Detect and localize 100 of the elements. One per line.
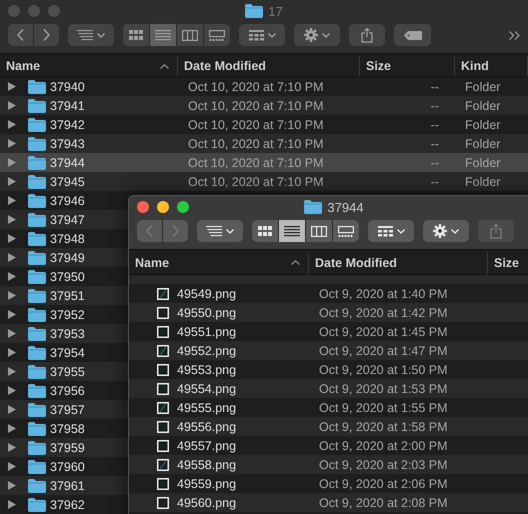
file-name: 37952 <box>50 308 85 322</box>
disclosure-triangle-icon[interactable] <box>8 101 16 110</box>
disclosure-triangle-icon[interactable] <box>8 82 16 91</box>
folder-icon <box>28 326 46 340</box>
share-icon <box>490 224 502 238</box>
file-row[interactable]: 37944 Oct 10, 2020 at 7:10 PM -- Folder <box>0 153 528 172</box>
file-name: 37942 <box>50 118 85 132</box>
disclosure-triangle-icon[interactable] <box>8 120 16 129</box>
disclosure-triangle-icon[interactable] <box>8 253 16 262</box>
tag-button[interactable] <box>394 24 431 46</box>
disclosure-triangle-icon[interactable] <box>8 386 16 395</box>
action-menu-button[interactable] <box>423 220 469 242</box>
folder-icon <box>304 200 322 214</box>
disclosure-triangle-icon[interactable] <box>8 234 16 243</box>
disclosure-triangle-icon[interactable] <box>8 329 16 338</box>
disclosure-triangle-icon[interactable] <box>8 367 16 376</box>
disclosure-triangle-icon[interactable] <box>8 272 16 281</box>
file-row[interactable]: 49558.png Oct 9, 2020 at 2:03 PM <box>129 455 528 474</box>
file-name: 49554.png <box>177 382 236 396</box>
folder-icon <box>28 270 46 284</box>
file-row[interactable]: 37947 <box>0 210 128 229</box>
group-menu-button[interactable] <box>239 24 285 46</box>
folder-icon <box>28 98 46 112</box>
forward-button[interactable] <box>34 24 59 46</box>
folder-icon <box>28 498 46 512</box>
column-header[interactable]: Date Modified <box>309 252 488 274</box>
file-row[interactable]: 37941 Oct 10, 2020 at 7:10 PM -- Folder <box>0 96 528 115</box>
folder-icon <box>28 384 46 398</box>
chevron-right-icon <box>43 29 50 41</box>
disclosure-triangle-icon[interactable] <box>8 405 16 414</box>
file-name: 37953 <box>50 326 85 340</box>
disclosure-triangle-icon[interactable] <box>8 443 16 452</box>
file-row[interactable]: 37943 Oct 10, 2020 at 7:10 PM -- Folder <box>0 134 528 153</box>
file-name: 37951 <box>50 288 85 302</box>
file-row[interactable]: 49556.png Oct 9, 2020 at 1:58 PM <box>129 417 528 436</box>
file-row[interactable]: 49560.png Oct 9, 2020 at 2:08 PM <box>129 493 528 512</box>
group-menu-button[interactable] <box>368 220 414 242</box>
image-thumbnail-icon <box>157 326 169 338</box>
disclosure-triangle-icon[interactable] <box>8 139 16 148</box>
date-cell-text: Oct 9, 2020 at 1:58 PM <box>318 420 449 434</box>
view-mode-button[interactable] <box>204 24 230 46</box>
disclosure-triangle-icon[interactable] <box>8 291 16 300</box>
file-name: 37943 <box>50 136 85 150</box>
disclosure-triangle-icon[interactable] <box>8 196 16 205</box>
file-row[interactable]: 37945 Oct 10, 2020 at 7:10 PM -- Folder <box>0 172 528 191</box>
file-row[interactable]: 37953 <box>0 324 128 343</box>
close-button[interactable] <box>137 201 149 213</box>
column-header[interactable]: Kind <box>455 56 528 76</box>
file-name: 49560.png <box>177 496 236 510</box>
file-row[interactable]: 49552.png Oct 9, 2020 at 1:47 PM <box>129 341 528 360</box>
date-cell-text: Oct 9, 2020 at 1:55 PM <box>318 400 449 414</box>
zoom-button[interactable] <box>177 201 189 213</box>
disclosure-triangle-icon[interactable] <box>8 348 16 357</box>
share-button[interactable] <box>349 24 385 46</box>
file-name: 49556.png <box>177 420 236 434</box>
folder-icon <box>28 288 46 302</box>
column-header[interactable]: Date Modified <box>178 56 360 76</box>
folder-icon <box>28 232 46 246</box>
column-header[interactable]: Size <box>360 56 455 76</box>
folder-icon <box>28 422 46 436</box>
column-header[interactable]: Name <box>129 252 309 274</box>
file-row[interactable]: 37955 <box>0 362 128 381</box>
file-row[interactable]: 37949 <box>0 248 128 267</box>
minimize-button[interactable] <box>157 201 169 213</box>
file-row[interactable]: 49554.png Oct 9, 2020 at 1:53 PM <box>129 379 528 398</box>
disclosure-triangle-icon[interactable] <box>8 177 16 186</box>
column-header[interactable]: Name <box>0 56 178 76</box>
date-cell-text: Oct 10, 2020 at 7:10 PM <box>187 156 324 170</box>
arrange-menu-button[interactable] <box>68 24 114 46</box>
folder-icon <box>28 460 46 474</box>
view-mode-button[interactable] <box>177 24 203 46</box>
file-row[interactable]: 37951 <box>0 286 128 305</box>
folder-icon <box>245 4 264 18</box>
file-row[interactable]: 37961 <box>0 476 128 495</box>
disclosure-triangle-icon[interactable] <box>8 481 16 490</box>
back-button[interactable] <box>8 24 33 46</box>
disclosure-triangle-icon[interactable] <box>8 310 16 319</box>
disclosure-triangle-icon[interactable] <box>8 215 16 224</box>
view-mode-button[interactable] <box>333 220 359 242</box>
view-mode-button[interactable] <box>279 220 305 242</box>
view-mode-button[interactable] <box>123 24 149 46</box>
file-row[interactable]: 37959 <box>0 438 128 457</box>
file-row[interactable]: 49550.png Oct 9, 2020 at 1:42 PM <box>129 303 528 322</box>
view-mode-button[interactable] <box>306 220 332 242</box>
file-name: 37962 <box>50 498 85 512</box>
column-header[interactable]: Size <box>488 252 528 274</box>
gallery-icon <box>338 226 354 236</box>
folder-icon <box>28 118 46 132</box>
double-chevron-icon[interactable] <box>509 30 520 40</box>
disclosure-triangle-icon[interactable] <box>8 424 16 433</box>
date-cell-text: Oct 9, 2020 at 1:45 PM <box>318 324 449 338</box>
arrange-menu-button[interactable] <box>197 220 243 242</box>
action-menu-button[interactable] <box>294 24 340 46</box>
disclosure-triangle-icon[interactable] <box>8 462 16 471</box>
disclosure-triangle-icon[interactable] <box>8 500 16 509</box>
list-lines-icon <box>284 226 300 236</box>
disclosure-triangle-icon[interactable] <box>8 158 16 167</box>
view-mode-button[interactable] <box>252 220 278 242</box>
file-name: 49552.png <box>177 344 236 358</box>
file-row[interactable]: 37957 <box>0 400 128 419</box>
